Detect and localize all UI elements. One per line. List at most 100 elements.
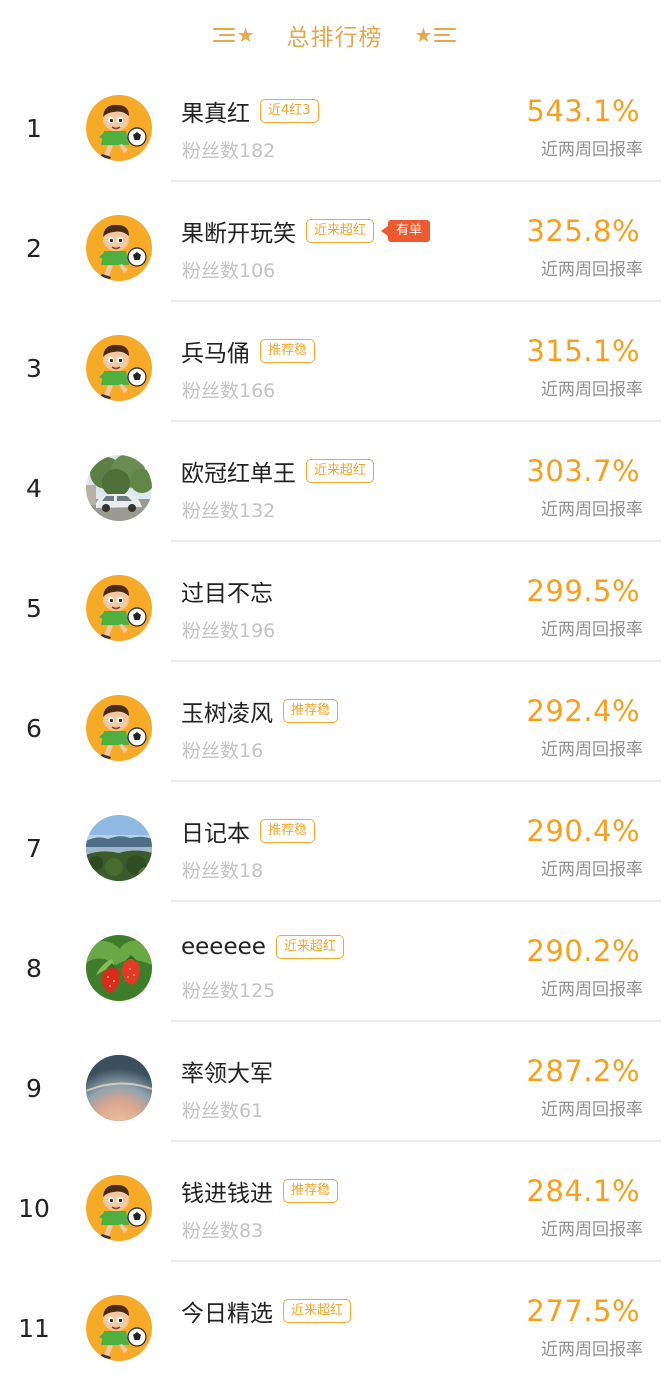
ranking-row[interactable]: 11 今日精选 近来超红 277.5% 近两周回报率 [0,1268,669,1388]
tag-badge: 推荐稳 [260,819,316,843]
user-name[interactable]: eeeeee [181,934,266,960]
avatar[interactable] [86,1175,152,1241]
user-name[interactable]: 今日精选 [181,1294,273,1328]
return-rate: 292.4% [526,694,640,728]
ranking-row[interactable]: 4 欧冠红单王 近来超红 粉丝数132 303.7% 近两周回报率 [0,428,669,548]
rank-number: 2 [26,233,42,263]
ranking-row[interactable]: 1 果真红 近4红3 粉丝数182 543.1% 近两周回报率 [0,68,669,188]
return-rate: 543.1% [526,94,640,128]
ranking-row[interactable]: 6 玉树凌风 推荐稳 粉丝数16 292.4% 近两周回报率 [0,668,669,788]
tag-badge: 推荐稳 [283,699,339,723]
user-name[interactable]: 果断开玩笑 [181,214,296,248]
row-divider [171,1020,661,1022]
fans-count: 粉丝数125 [182,980,276,1002]
avatar[interactable] [86,575,152,641]
ranking-row[interactable]: 5 过目不忘粉丝数196 299.5% 近两周回报率 [0,548,669,668]
tag-badge: 推荐稳 [260,339,316,363]
return-rate: 299.5% [526,574,640,608]
avatar[interactable] [86,335,152,401]
ranking-row[interactable]: 9 率领大军粉丝数61 287.2% 近两周回报率 [0,1028,669,1148]
name-line: 玉树凌风 推荐稳 [181,694,339,728]
return-rate-label: 近两周回报率 [541,500,643,520]
avatar[interactable] [86,95,152,161]
rank-number: 3 [26,353,42,383]
return-rate: 290.4% [526,814,640,848]
tag-badge: 近来超红 [283,1299,352,1323]
rank-number: 10 [18,1193,50,1223]
rank-number: 7 [26,833,42,863]
return-rate-label: 近两周回报率 [541,860,643,880]
name-line: 兵马俑 推荐稳 [181,334,316,368]
return-rate-label: 近两周回报率 [541,1220,643,1240]
row-divider [171,300,661,302]
rank-number: 6 [26,713,42,743]
fans-count: 粉丝数18 [182,860,264,882]
avatar[interactable] [86,935,152,1001]
return-rate: 315.1% [526,334,640,368]
avatar[interactable] [86,815,152,881]
fans-count: 粉丝数132 [182,500,276,522]
fans-count: 粉丝数106 [182,260,276,282]
avatar[interactable] [86,215,152,281]
row-divider [171,420,661,422]
rank-number: 11 [18,1313,50,1343]
name-line: eeeeee 近来超红 [181,934,344,960]
name-line: 果断开玩笑 近来超红 有单 [181,214,431,248]
fans-count: 粉丝数166 [182,380,276,402]
row-divider [171,540,661,542]
avatar[interactable] [86,1295,152,1361]
return-rate: 287.2% [526,1054,640,1088]
user-name[interactable]: 日记本 [181,814,250,848]
ranking-row[interactable]: 3 兵马俑 推荐稳粉丝数166 315.1% 近两周回报率 [0,308,669,428]
rank-number: 8 [26,953,42,983]
tag-badge: 近4红3 [260,99,319,123]
return-rate: 303.7% [526,454,640,488]
fans-count: 粉丝数182 [182,140,276,162]
return-rate-label: 近两周回报率 [541,740,643,760]
left-decoration-icon: ★ [212,25,257,45]
fans-count: 粉丝数61 [182,1100,264,1122]
row-divider [171,780,661,782]
return-rate: 277.5% [526,1294,640,1328]
return-rate-label: 近两周回报率 [541,620,643,640]
row-divider [171,1140,661,1142]
tag-badge: 近来超红 [275,935,344,959]
tag-badge: 近来超红 [306,459,375,483]
row-divider [171,180,661,182]
ranking-row[interactable]: 2 果断开玩笑 近来超红 有单 粉丝数106 325.8% 近两周回报率 [0,188,669,308]
avatar[interactable] [86,1055,152,1121]
name-line: 钱进钱进 推荐稳 [181,1174,339,1208]
name-line: 欧冠红单王 近来超红 [181,454,375,488]
rank-number: 5 [26,593,42,623]
return-rate-label: 近两周回报率 [541,380,643,400]
name-line: 今日精选 近来超红 [181,1294,352,1328]
row-divider [171,900,661,902]
user-name[interactable]: 兵马俑 [181,334,250,368]
name-line: 过目不忘 [181,574,273,608]
user-name[interactable]: 玉树凌风 [181,694,273,728]
avatar[interactable] [86,695,152,761]
order-badge: 有单 [381,220,431,242]
fans-count: 粉丝数16 [182,740,264,762]
rank-number: 9 [26,1073,42,1103]
user-name[interactable]: 果真红 [181,94,250,128]
user-name[interactable]: 过目不忘 [181,574,273,608]
ranking-row[interactable]: 10 钱进钱进 推荐稳粉丝数83 284.1% 近两周回报率 [0,1148,669,1268]
return-rate-label: 近两周回报率 [541,1100,643,1120]
avatar[interactable] [86,455,152,521]
return-rate-label: 近两周回报率 [541,980,643,1000]
name-line: 率领大军 [181,1054,273,1088]
fans-count: 粉丝数83 [182,1220,264,1242]
user-name[interactable]: 率领大军 [181,1054,273,1088]
return-rate: 284.1% [526,1174,640,1208]
user-name[interactable]: 欧冠红单王 [181,454,296,488]
fans-count: 粉丝数196 [182,620,276,642]
return-rate-label: 近两周回报率 [541,140,643,160]
rank-number: 1 [26,113,42,143]
row-divider [171,1260,661,1262]
ranking-row[interactable]: 8 eeeeee 近来超红 粉丝数125 290.2% 近两周回报率 [0,908,669,1028]
name-line: 果真红 近4红3 [181,94,319,128]
user-name[interactable]: 钱进钱进 [181,1174,273,1208]
page-title: 总排行榜 [286,25,383,51]
ranking-row[interactable]: 7 日记本 推荐稳粉丝数18 290.4% 近两周回报率 [0,788,669,908]
